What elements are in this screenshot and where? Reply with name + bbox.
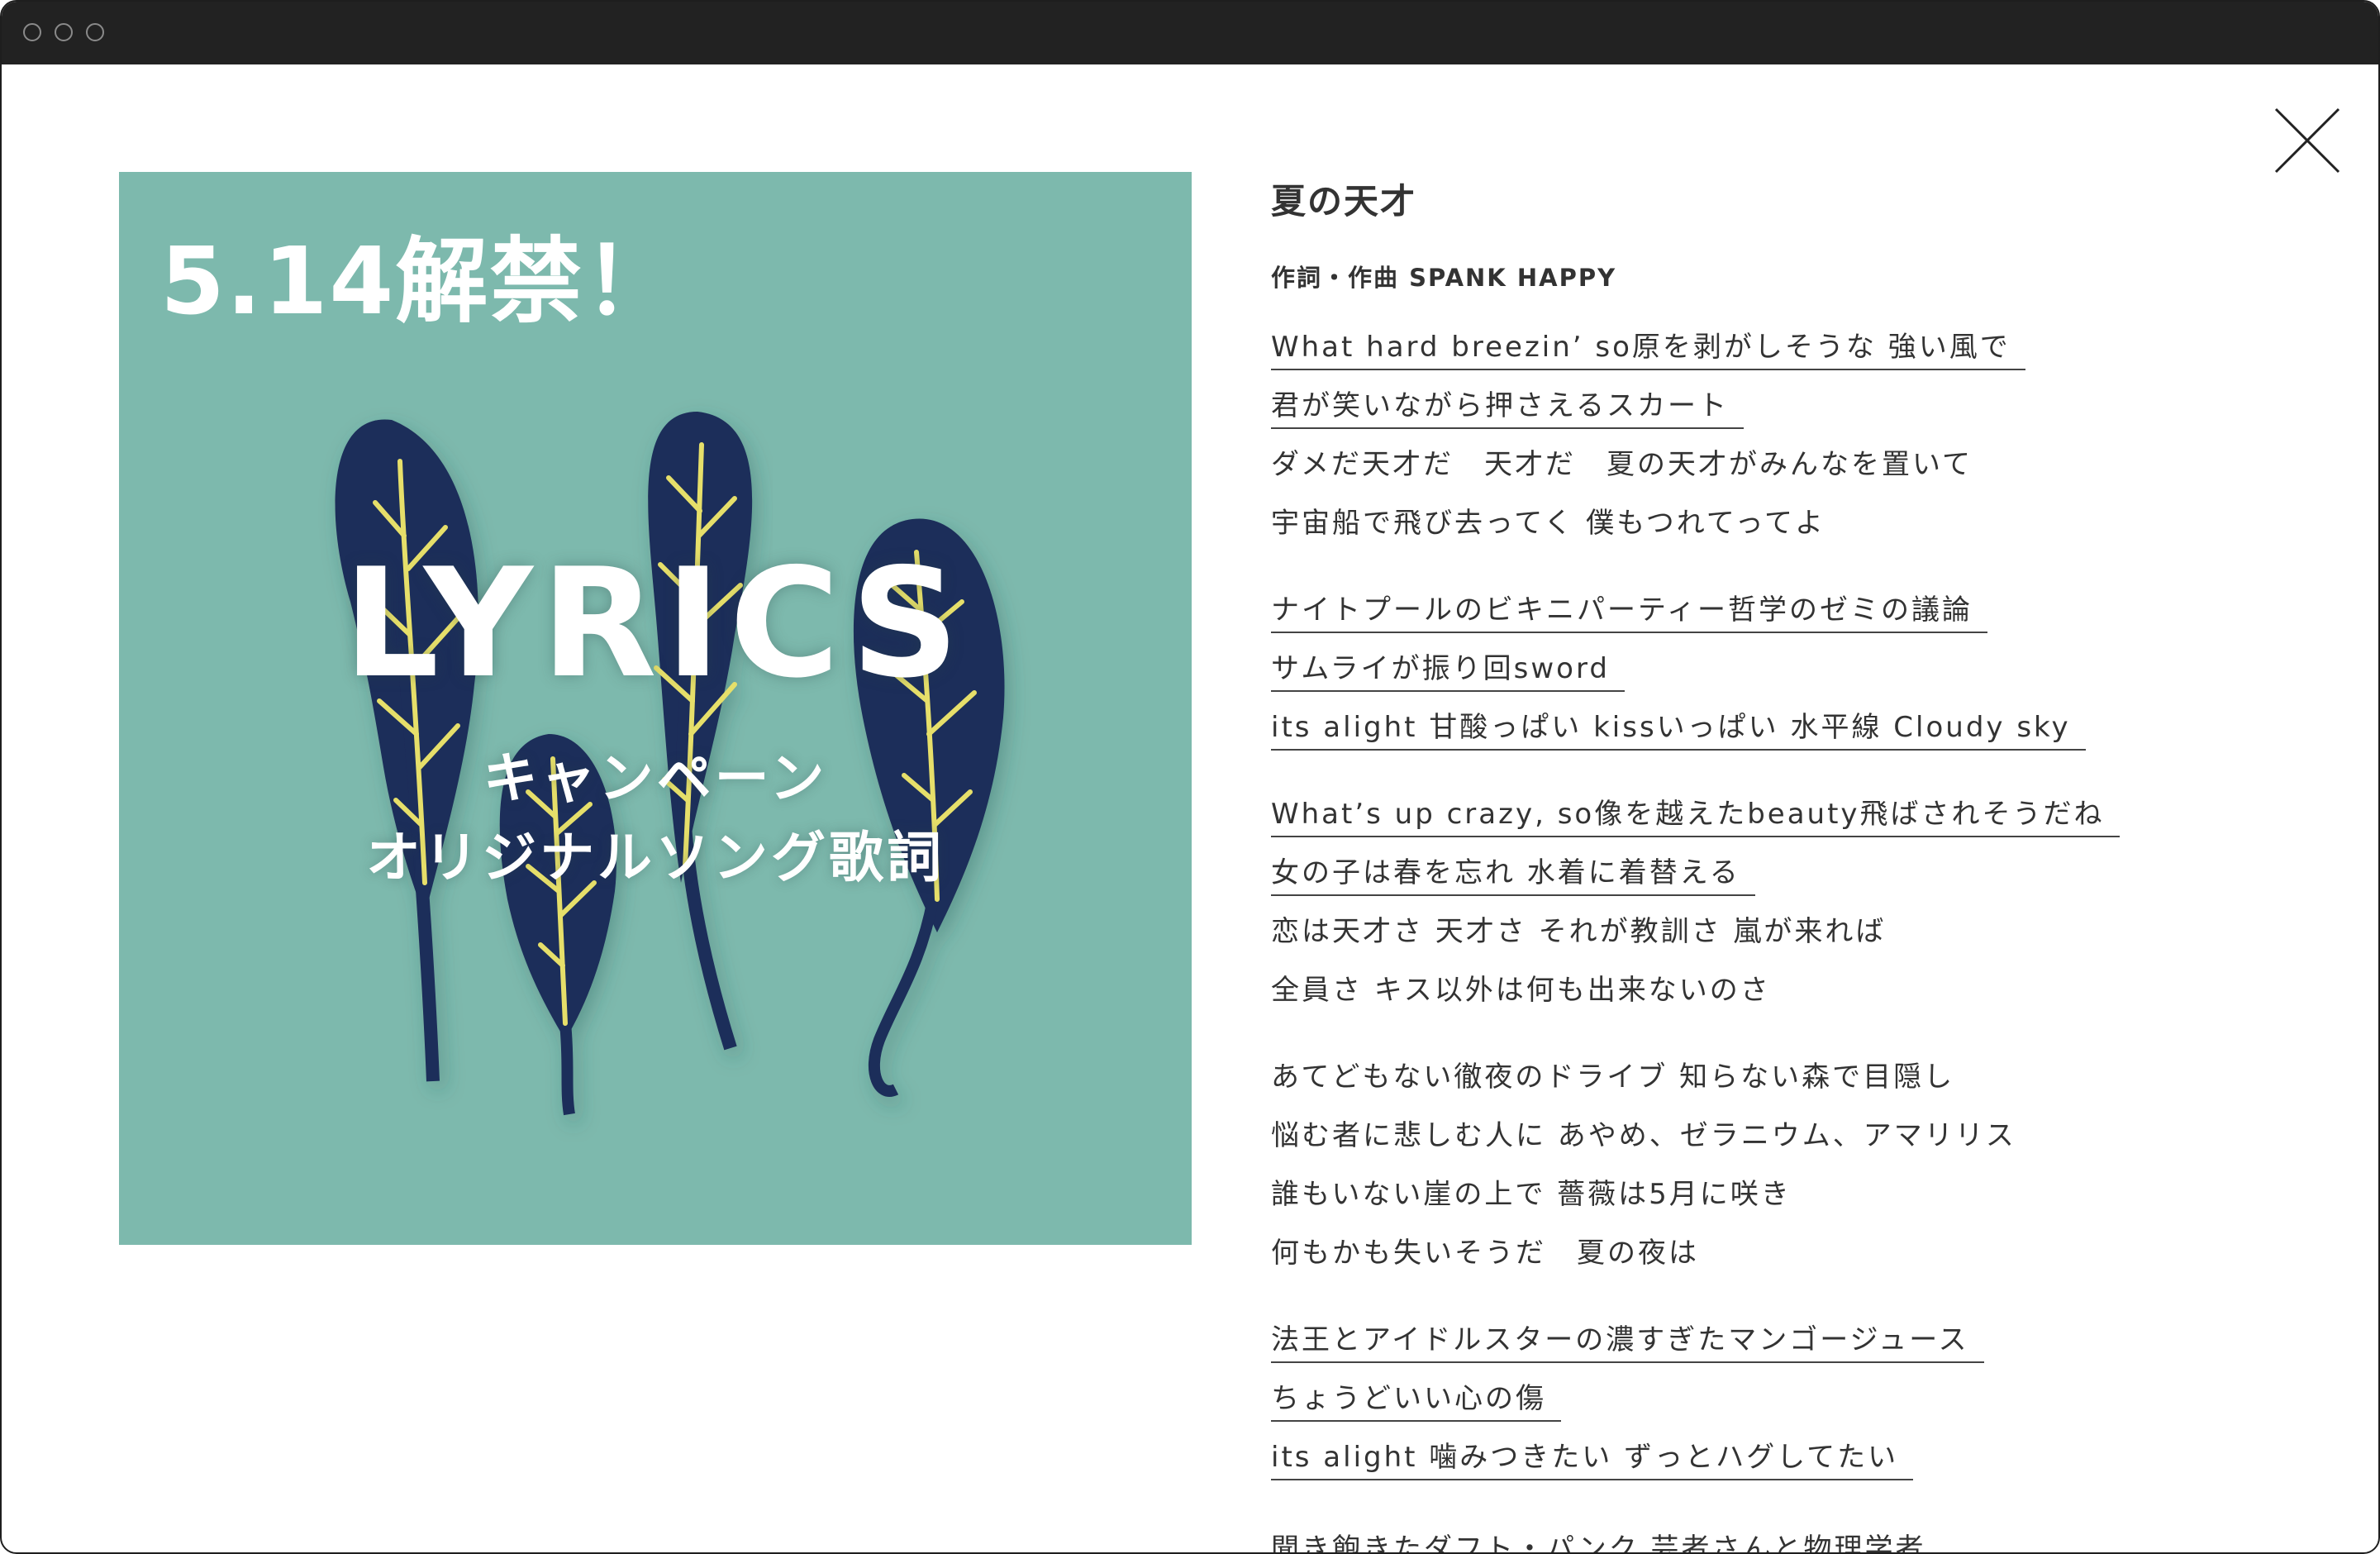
- lyrics-campaign-artwork: 5.14解禁！ LYRICS キャンペーン オリジナルソング歌詞: [119, 172, 1192, 1245]
- lyric-line-text: 悩む者に悲しむ人に あやめ、ゼラニウム、アマリリス: [1271, 1119, 2016, 1152]
- lyric-line-link[interactable]: What’s up crazy, so像を越えたbeauty飛ばされそうだね: [1271, 789, 2263, 848]
- lyric-line-text: 全員さ キス以外は何も出来ないのさ: [1271, 974, 1771, 1007]
- lyric-line-text: 法王とアイドルスターの濃すぎたマンゴージュース: [1271, 1323, 1984, 1363]
- lyric-line-text: its alight 噛みつきたい ずっとハグしてたい: [1271, 1441, 1914, 1480]
- lyric-line: ダメだ天才だ 天才だ 夏の天才がみんなを置いて: [1271, 440, 2263, 498]
- lyric-line-text: 宇宙船で飛び去ってく 僕もつれてってよ: [1271, 507, 1825, 540]
- lyric-line-text: its alight 甘酸っぱい kissいっぱい 水平線 Cloudy sky: [1271, 711, 2086, 751]
- lyric-line-link[interactable]: 君が笑いながら押さえるスカート: [1271, 381, 2263, 440]
- lyric-line-text: 女の子は春を忘れ 水着に着替える: [1271, 856, 1755, 896]
- lyrics-stanza: ナイトプールのビキニパーティー哲学のゼミの議論 サムライが振り回sword its …: [1271, 585, 2263, 761]
- lyric-line-text: ナイトプールのビキニパーティー哲学のゼミの議論: [1271, 593, 1987, 633]
- release-date-text: 5.14解禁！: [160, 228, 678, 336]
- lyrics-stanza: あてどもない徹夜のドライブ 知らない森で目隠し悩む者に悲しむ人に あやめ、ゼラニ…: [1271, 1052, 2263, 1287]
- lyric-line-text: 聞き飽きたダフト・パンク 芸者さんと物理学者: [1271, 1533, 1926, 1554]
- window-titlebar: [2, 2, 2378, 64]
- lyric-line: 悩む者に悲しむ人に あやめ、ゼラニウム、アマリリス: [1271, 1111, 2263, 1170]
- close-icon[interactable]: [2273, 106, 2342, 175]
- lyrics-panel: 夏の天才 作詞・作曲 SPANK HAPPY What hard breezin…: [1271, 175, 2263, 1519]
- lyric-line-text: 誰もいない崖の上で 薔薇は5月に咲き: [1271, 1178, 1792, 1211]
- artwork-subtitle-line2: オリジナルソング歌詞: [366, 826, 945, 889]
- browser-window: 5.14解禁！ LYRICS キャンペーン オリジナルソング歌詞 夏の天才 作詞…: [0, 0, 2380, 1554]
- lyric-line-link[interactable]: What hard breezin’ so原を剥がしそうな 強い風で: [1271, 322, 2263, 381]
- lyric-line-link[interactable]: ちょうどいい心の傷: [1271, 1374, 2263, 1432]
- lyrics-stanzas: What hard breezin’ so原を剥がしそうな 強い風で 君が笑いなが…: [1271, 322, 2263, 1491]
- lyric-line-text: ちょうどいい心の傷: [1271, 1382, 1561, 1422]
- lyric-line: 何もかも失いそうだ 夏の夜は: [1271, 1228, 2263, 1287]
- lyrics-stanza: What hard breezin’ so原を剥がしそうな 強い風で 君が笑いなが…: [1271, 322, 2263, 557]
- song-credit: 作詞・作曲 SPANK HAPPY: [1271, 264, 1617, 292]
- lyric-line-text: What’s up crazy, so像を越えたbeauty飛ばされそうだね: [1271, 798, 2120, 837]
- lyric-line-text: 何もかも失いそうだ 夏の夜は: [1271, 1237, 1699, 1270]
- lyrics-stanza: 法王とアイドルスターの濃すぎたマンゴージュース ちょうどいい心の傷 its alig…: [1271, 1315, 2263, 1491]
- lyric-line-link[interactable]: 女の子は春を忘れ 水着に着替える: [1271, 848, 2263, 907]
- lyric-line: 誰もいない崖の上で 薔薇は5月に咲き: [1271, 1170, 2263, 1228]
- lyric-line-text: 君が笑いながら押さえるスカート: [1271, 389, 1744, 429]
- lyric-line-link[interactable]: ナイトプールのビキニパーティー哲学のゼミの議論: [1271, 585, 2263, 644]
- window-maximize-dot[interactable]: [86, 23, 104, 41]
- lyric-line-link[interactable]: its alight 噛みつきたい ずっとハグしてたい: [1271, 1432, 2263, 1491]
- lyric-line-text: ダメだ天才だ 天才だ 夏の天才がみんなを置いて: [1271, 448, 1973, 481]
- lyric-line: 恋は天才さ 天才さ それが教訓さ 嵐が来れば: [1271, 907, 2263, 965]
- lyrics-cutoff: 聞き飽きたダフト・パンク 芸者さんと物理学者: [1271, 1524, 2263, 1554]
- lyric-line-text: サムライが振り回sword: [1271, 652, 1625, 692]
- artwork-title: LYRICS: [343, 536, 968, 711]
- lyric-line-text: 恋は天才さ 天才さ それが教訓さ 嵐が来れば: [1271, 915, 1887, 948]
- lyric-line: 聞き飽きたダフト・パンク 芸者さんと物理学者: [1271, 1524, 2263, 1554]
- lyric-line-text: What hard breezin’ so原を剥がしそうな 強い風で: [1271, 331, 2025, 370]
- lyric-line: 宇宙船で飛び去ってく 僕もつれてってよ: [1271, 498, 2263, 557]
- song-title: 夏の天才: [1271, 181, 1417, 222]
- window-close-dot[interactable]: [23, 23, 41, 41]
- lyric-line-link[interactable]: 法王とアイドルスターの濃すぎたマンゴージュース: [1271, 1315, 2263, 1374]
- lyric-line: 全員さ キス以外は何も出来ないのさ: [1271, 965, 2263, 1024]
- artwork-subtitle-line1: キャンペーン: [483, 746, 828, 810]
- window-minimize-dot[interactable]: [55, 23, 73, 41]
- lyric-line-link[interactable]: its alight 甘酸っぱい kissいっぱい 水平線 Cloudy sky: [1271, 703, 2263, 761]
- lyric-line: あてどもない徹夜のドライブ 知らない森で目隠し: [1271, 1052, 2263, 1111]
- lyrics-stanza: What’s up crazy, so像を越えたbeauty飛ばされそうだね 女の…: [1271, 789, 2263, 1024]
- lyric-line-link[interactable]: サムライが振り回sword: [1271, 644, 2263, 703]
- lyric-line-text: あてどもない徹夜のドライブ 知らない森で目隠し: [1271, 1061, 1955, 1094]
